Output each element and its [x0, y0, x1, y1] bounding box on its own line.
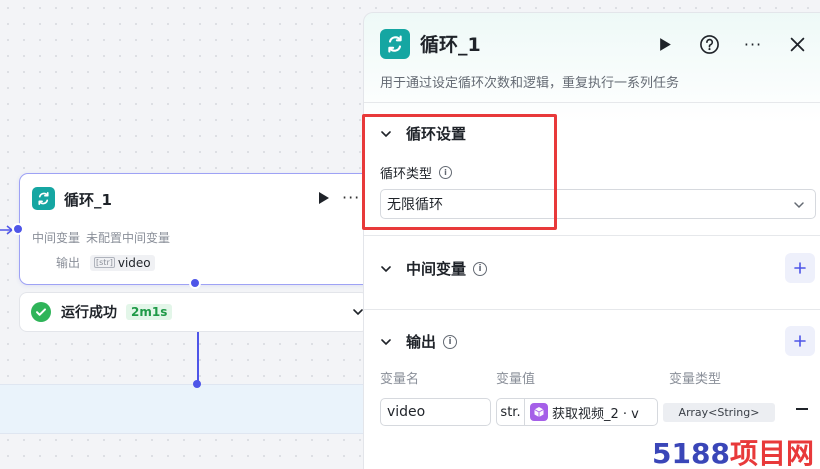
panel-description: 用于通过设定循环次数和逻辑，重复执行一系列任务: [380, 76, 680, 91]
help-icon: [699, 34, 719, 54]
output-var-tag: [str] video: [90, 254, 155, 271]
play-icon: [659, 37, 671, 51]
chevron-down-icon: [381, 265, 391, 272]
output-type-tag: Array<String>: [663, 403, 775, 422]
node-settings-panel: 循环_1 ··· 用于通过设定循环次数和逻辑，重复执行一系列任务 循环设置 循环…: [363, 12, 820, 469]
help-button[interactable]: [698, 33, 720, 55]
node-variables-label: 中间变量: [32, 231, 81, 245]
panel-title: 循环_1: [420, 34, 481, 56]
output-header[interactable]: 输出 i: [380, 331, 458, 352]
loop-body-area[interactable]: [0, 384, 364, 434]
loop-node-card[interactable]: 循环_1 ··· 中间变量 未配置中间变量 输出 [str] video: [19, 173, 379, 285]
loop-settings-title: 循环设置: [406, 125, 467, 143]
divider: [364, 309, 820, 310]
play-icon[interactable]: [318, 191, 330, 205]
add-output-button[interactable]: [785, 326, 815, 356]
chevron-down-icon: [381, 338, 391, 345]
chevron-down-icon: [381, 130, 391, 137]
plus-icon: [794, 262, 806, 274]
loop-type-select[interactable]: 无限循环: [380, 189, 816, 219]
loop-type-label-text: 循环类型: [380, 167, 433, 182]
variables-header[interactable]: 中间变量 i: [380, 258, 488, 279]
check-icon: [31, 302, 51, 322]
run-button[interactable]: [654, 33, 676, 55]
node-output-row: 输出 [str] video: [56, 254, 155, 271]
output-title: 输出: [406, 333, 437, 351]
ref-chip[interactable]: 获取视频_2 · v: [530, 403, 639, 422]
variables-title: 中间变量: [406, 260, 467, 278]
ref-type-selector[interactable]: str.: [497, 399, 525, 425]
output-port[interactable]: [189, 277, 201, 289]
output-var-name: video: [117, 255, 151, 270]
divider: [364, 102, 820, 103]
node-variables-value: 未配置中间变量: [86, 231, 171, 245]
output-name-input[interactable]: video: [380, 398, 491, 426]
status-duration-badge: 2m1s: [126, 304, 173, 320]
loop-icon: [32, 187, 55, 210]
remove-output-button[interactable]: [796, 408, 808, 410]
cube-icon: [530, 403, 548, 421]
string-type-icon: [str]: [94, 257, 115, 268]
loop-settings-header[interactable]: 循环设置: [380, 123, 466, 144]
node-variables-row: 中间变量 未配置中间变量: [32, 229, 170, 246]
output-value-ref[interactable]: str. 获取视频_2 · v: [496, 398, 658, 426]
input-port[interactable]: [12, 223, 24, 235]
loop-type-value: 无限循环: [387, 197, 443, 213]
close-icon: [790, 37, 804, 51]
divider: [364, 235, 820, 236]
info-icon[interactable]: i: [473, 261, 488, 276]
info-icon[interactable]: i: [443, 334, 458, 349]
loop-connector-line: [197, 332, 199, 384]
loop-connector-dot[interactable]: [193, 380, 201, 388]
node-title: 循环_1: [64, 191, 112, 209]
info-icon[interactable]: i: [439, 166, 453, 179]
col-var-value: 变量值: [496, 372, 536, 387]
watermark-part1: 5188: [652, 437, 730, 469]
loop-type-label: 循环类型 i: [380, 163, 453, 182]
add-variable-button[interactable]: [785, 253, 815, 283]
col-var-name: 变量名: [380, 372, 420, 387]
ref-chip-label: 获取视频_2 · v: [552, 406, 639, 422]
watermark-logo: 5188项目网: [652, 432, 814, 469]
more-icon[interactable]: ···: [742, 33, 764, 55]
watermark-part2: 项目网: [729, 437, 814, 469]
status-text: 运行成功: [61, 305, 117, 321]
output-name-value: video: [387, 404, 426, 420]
chevron-down-icon: [794, 202, 804, 209]
loop-icon: [380, 29, 410, 59]
panel-actions: ···: [654, 33, 808, 55]
run-status-bar[interactable]: 运行成功 2m1s: [19, 292, 369, 332]
plus-icon: [794, 335, 806, 347]
col-var-type: 变量类型: [669, 372, 722, 387]
node-output-label: 输出: [56, 256, 81, 270]
more-icon[interactable]: ···: [342, 188, 360, 207]
close-button[interactable]: [786, 33, 808, 55]
